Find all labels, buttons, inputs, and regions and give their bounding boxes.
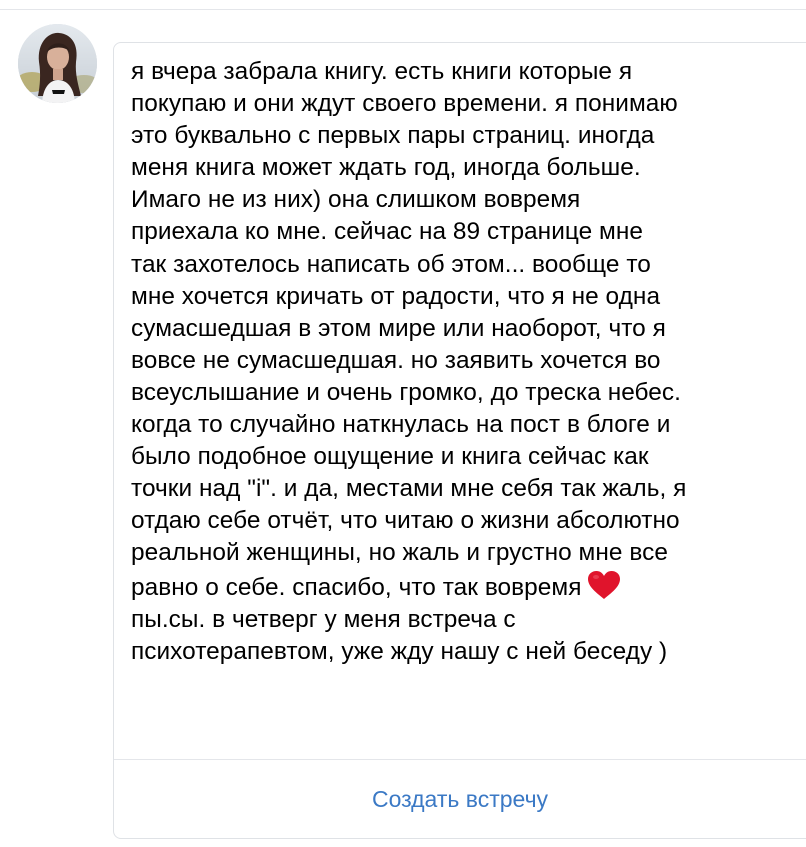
message-screen: я вчера забрала книгу. есть книги которы…	[0, 0, 806, 847]
top-divider	[0, 9, 806, 10]
avatar[interactable]	[18, 24, 97, 103]
create-meeting-button[interactable]: Создать встречу	[114, 760, 806, 839]
message-body: я вчера забрала книгу. есть книги которы…	[131, 56, 806, 668]
avatar-photo	[18, 24, 97, 103]
message-bubble: я вчера забрала книгу. есть книги которы…	[113, 42, 806, 839]
message-text-postscript: пы.сы. в четверг у меня встреча с психот…	[131, 605, 668, 665]
heart-icon	[587, 570, 621, 600]
message-text-main: я вчера забрала книгу. есть книги которы…	[131, 58, 687, 601]
